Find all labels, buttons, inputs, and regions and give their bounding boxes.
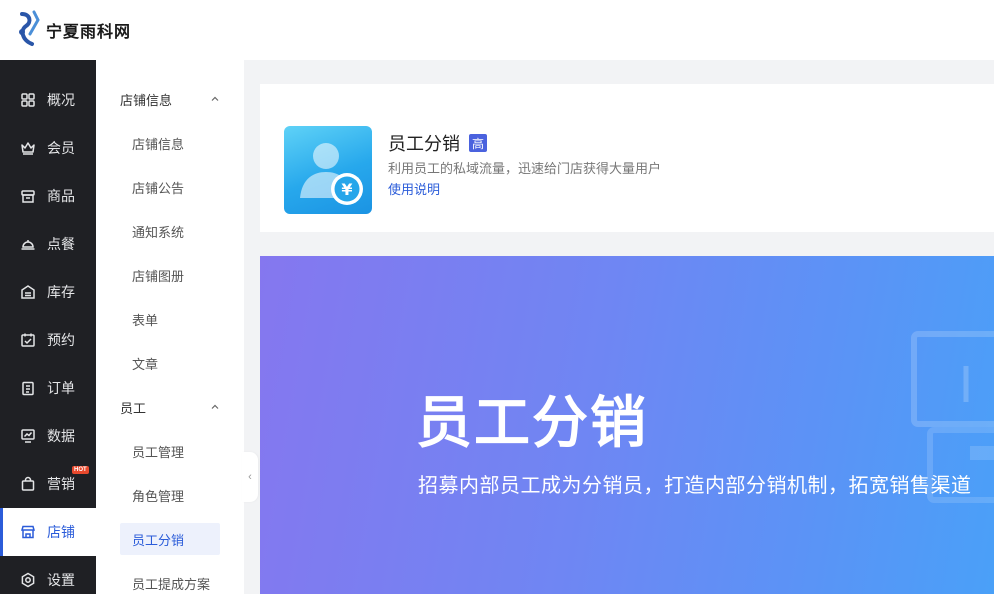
nav-item-ordering[interactable]: 点餐 <box>0 220 96 268</box>
store-icon <box>20 188 36 204</box>
nav-item-data[interactable]: 数据 <box>0 412 96 460</box>
nav-group-label: 员工 <box>120 400 147 416</box>
nav-label: 店铺 <box>47 524 75 540</box>
banner-decoration <box>911 331 994 503</box>
nav-item-shop-notice[interactable]: 店铺公告 <box>96 165 244 209</box>
chevron-up-icon <box>211 96 219 101</box>
nav-item-articles[interactable]: 文章 <box>96 341 244 385</box>
inventory-icon <box>20 284 36 300</box>
nav-item-overview[interactable]: 概况 <box>0 76 96 124</box>
secondary-sidebar: 店铺信息 店铺信息 店铺公告 通知系统 店铺图册 表单 文章 员工 员工管理 角… <box>96 60 244 594</box>
app-description: 利用员工的私域流量，迅速给门店获得大量用户 <box>388 161 662 176</box>
nav-item-role-management[interactable]: 角色管理 <box>96 473 244 517</box>
top-header: 宁夏雨科网 <box>0 0 994 60</box>
nav-item-booking[interactable]: 预约 <box>0 316 96 364</box>
nav-label: 商品 <box>47 188 75 204</box>
nav-label: 概况 <box>47 92 75 108</box>
calendar-check-icon <box>20 332 36 348</box>
nav-label: 设置 <box>47 572 75 588</box>
usage-guide-link[interactable]: 使用说明 <box>388 179 440 198</box>
nav-item-marketing[interactable]: 营销 HOT <box>0 460 96 508</box>
nav-label: 营销 <box>47 476 75 492</box>
grid-icon <box>20 92 36 108</box>
crown-icon <box>20 140 36 156</box>
hot-badge: HOT <box>72 466 89 474</box>
nav-item-shop[interactable]: 店铺 <box>0 508 96 556</box>
svg-text:¥: ¥ <box>341 180 352 199</box>
nav-item-forms[interactable]: 表单 <box>96 297 244 341</box>
logo[interactable]: 宁夏雨科网 <box>16 10 131 50</box>
nav-label: 库存 <box>47 284 75 300</box>
logo-text: 宁夏雨科网 <box>46 22 132 41</box>
collapse-sidebar-button[interactable]: ‹ <box>242 452 258 502</box>
nav-group-shop-info[interactable]: 店铺信息 <box>96 77 244 121</box>
banner-subtitle: 招募内部员工成为分销员，打造内部分销机制，拓宽销售渠道 <box>418 475 972 497</box>
level-badge: 高 <box>469 134 487 152</box>
feature-banner: 员工分销 招募内部员工成为分销员，打造内部分销机制，拓宽销售渠道 <box>260 256 994 594</box>
nav-item-shop-info[interactable]: 店铺信息 <box>96 121 244 165</box>
nav-group-label: 店铺信息 <box>120 92 173 108</box>
settings-icon <box>20 572 36 588</box>
nav-item-commission-plan[interactable]: 员工提成方案 <box>96 561 244 594</box>
nav-item-staff-management[interactable]: 员工管理 <box>96 429 244 473</box>
app-title-text: 员工分销 <box>388 134 460 154</box>
nav-item-members[interactable]: 会员 <box>0 124 96 172</box>
nav-item-shop-album[interactable]: 店铺图册 <box>96 253 244 297</box>
chart-monitor-icon <box>20 428 36 444</box>
nav-label: 数据 <box>47 428 75 444</box>
shop-icon <box>20 524 36 540</box>
nav-item-products[interactable]: 商品 <box>0 172 96 220</box>
banner-title: 员工分销 <box>416 391 648 456</box>
nav-group-staff[interactable]: 员工 <box>96 385 244 429</box>
nav-item-inventory[interactable]: 库存 <box>0 268 96 316</box>
staff-distribution-app-icon: ¥ <box>284 126 372 214</box>
nav-item-orders[interactable]: 订单 <box>0 364 96 412</box>
app-info-card: ¥ 员工分销 高 利用员工的私域流量，迅速给门店获得大量用户 使用说明 <box>260 84 994 232</box>
nav-label: 预约 <box>47 332 75 348</box>
nav-label: 会员 <box>47 140 75 156</box>
chevron-left-icon: ‹ <box>248 471 252 483</box>
nav-item-staff-distribution[interactable]: 员工分销 <box>120 523 220 555</box>
nav-item-settings[interactable]: 设置 <box>0 556 96 594</box>
bag-icon <box>20 476 36 492</box>
clipboard-icon <box>20 380 36 396</box>
logo-icon <box>19 10 40 46</box>
nav-item-notification-system[interactable]: 通知系统 <box>96 209 244 253</box>
cloche-icon <box>20 236 36 252</box>
primary-sidebar: 概况 会员 商品 点餐 库存 预约 订单 数据 营销 HOT 店铺 设置 <box>0 60 96 594</box>
app-title: 员工分销 高 <box>388 130 487 156</box>
chevron-up-icon <box>211 404 219 409</box>
nav-label: 订单 <box>47 380 75 396</box>
nav-label: 点餐 <box>47 236 75 252</box>
